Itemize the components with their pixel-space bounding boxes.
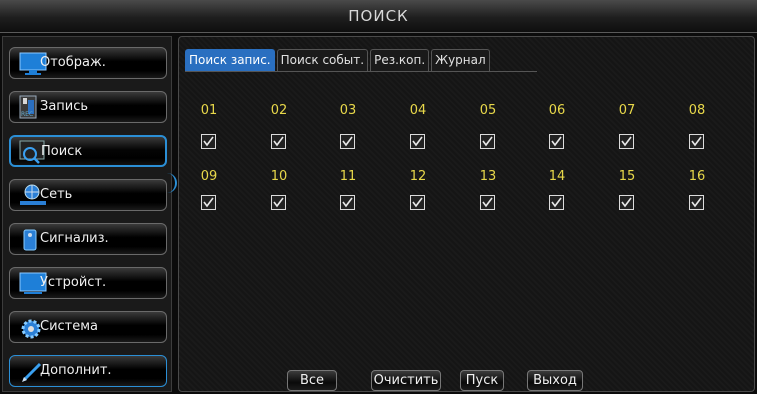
channel-checkbox[interactable] bbox=[549, 195, 564, 210]
tab-backup[interactable]: Рез.коп. bbox=[370, 49, 430, 71]
channel-number: 04 bbox=[409, 103, 427, 118]
channel-checkbox[interactable] bbox=[410, 195, 425, 210]
sidebar-item-system[interactable]: Система bbox=[9, 311, 167, 343]
sidebar-item-network[interactable]: Сеть bbox=[9, 179, 167, 211]
sidebar-item-advanced[interactable]: Дополнит. bbox=[9, 355, 167, 387]
sidebar-item-label: Сеть bbox=[40, 187, 73, 202]
channel-checkbox[interactable] bbox=[271, 134, 286, 149]
channel-checkbox[interactable] bbox=[549, 134, 564, 149]
check-icon bbox=[621, 197, 632, 208]
sidebar-item-search[interactable]: Поиск bbox=[9, 135, 167, 167]
channel-checkbox[interactable] bbox=[619, 134, 634, 149]
channel-number: 05 bbox=[479, 103, 497, 118]
channel-number: 07 bbox=[618, 103, 636, 118]
svg-text:REC: REC bbox=[21, 111, 33, 118]
channel-number: 13 bbox=[479, 169, 497, 184]
sidebar-item-label: Система bbox=[40, 319, 99, 334]
check-icon bbox=[551, 197, 562, 208]
channel-number: 16 bbox=[688, 169, 706, 184]
tab-event-search[interactable]: Поиск событ. bbox=[276, 49, 369, 71]
check-icon bbox=[691, 136, 702, 147]
window-title: ПОИСК bbox=[348, 7, 409, 25]
start-button[interactable]: Пуск bbox=[460, 370, 504, 391]
check-icon bbox=[412, 197, 423, 208]
channel-number: 12 bbox=[409, 169, 427, 184]
check-icon bbox=[482, 136, 493, 147]
sidebar-item-label: Устройст. bbox=[40, 275, 107, 290]
channel-number: 11 bbox=[339, 169, 357, 184]
check-icon bbox=[482, 197, 493, 208]
channel-checkbox[interactable] bbox=[689, 134, 704, 149]
title-bar: ПОИСК bbox=[0, 0, 757, 33]
select-all-button[interactable]: Все bbox=[287, 370, 337, 391]
channel-checkbox[interactable] bbox=[201, 195, 216, 210]
check-icon bbox=[273, 197, 284, 208]
channel-checkbox[interactable] bbox=[201, 134, 216, 149]
channel-checkbox[interactable] bbox=[340, 195, 355, 210]
sidebar-item-label: Отображ. bbox=[40, 55, 106, 70]
channel-number: 01 bbox=[200, 103, 218, 118]
channel-number: 15 bbox=[618, 169, 636, 184]
exit-button[interactable]: Выход bbox=[527, 370, 583, 391]
sidebar-item-label: Сигнализ. bbox=[40, 231, 109, 246]
sidebar-item-label: Поиск bbox=[41, 144, 83, 159]
channel-number: 03 bbox=[339, 103, 357, 118]
check-icon bbox=[203, 136, 214, 147]
check-icon bbox=[412, 136, 423, 147]
check-icon bbox=[203, 197, 214, 208]
clear-button[interactable]: Очистить bbox=[371, 370, 441, 391]
tab-divider bbox=[185, 71, 537, 72]
channel-checkbox[interactable] bbox=[480, 195, 495, 210]
tab-record-search[interactable]: Поиск запис. bbox=[185, 49, 275, 71]
channel-number: 10 bbox=[270, 169, 288, 184]
sidebar-item-label: Запись bbox=[40, 99, 89, 114]
check-icon bbox=[273, 136, 284, 147]
sidebar: Отображ. REC Запись Поиск Сеть Сигнализ.… bbox=[2, 36, 177, 392]
check-icon bbox=[621, 136, 632, 147]
sidebar-item-alarm[interactable]: Сигнализ. bbox=[9, 223, 167, 255]
check-icon bbox=[691, 197, 702, 208]
channel-number: 14 bbox=[548, 169, 566, 184]
channel-checkbox[interactable] bbox=[480, 134, 495, 149]
channel-checkbox[interactable] bbox=[410, 134, 425, 149]
active-item-pointer bbox=[165, 173, 177, 193]
channel-checkbox[interactable] bbox=[271, 195, 286, 210]
channel-number: 09 bbox=[200, 169, 218, 184]
check-icon bbox=[342, 136, 353, 147]
channel-number: 06 bbox=[548, 103, 566, 118]
sidebar-item-device[interactable]: Устройст. bbox=[9, 267, 167, 299]
channel-checkbox[interactable] bbox=[619, 195, 634, 210]
check-icon bbox=[551, 136, 562, 147]
channel-checkbox[interactable] bbox=[689, 195, 704, 210]
sidebar-item-record[interactable]: REC Запись bbox=[9, 91, 167, 123]
sidebar-item-label: Дополнит. bbox=[40, 363, 112, 378]
channel-checkbox[interactable] bbox=[340, 134, 355, 149]
tab-log[interactable]: Журнал bbox=[431, 49, 490, 71]
search-panel: Поиск запис. Поиск событ. Рез.коп. Журна… bbox=[178, 36, 755, 392]
check-icon bbox=[342, 197, 353, 208]
tab-bar: Поиск запис. Поиск событ. Рез.коп. Журна… bbox=[185, 49, 492, 71]
sidebar-item-display[interactable]: Отображ. bbox=[9, 47, 167, 79]
channel-number: 08 bbox=[688, 103, 706, 118]
channel-number: 02 bbox=[270, 103, 288, 118]
